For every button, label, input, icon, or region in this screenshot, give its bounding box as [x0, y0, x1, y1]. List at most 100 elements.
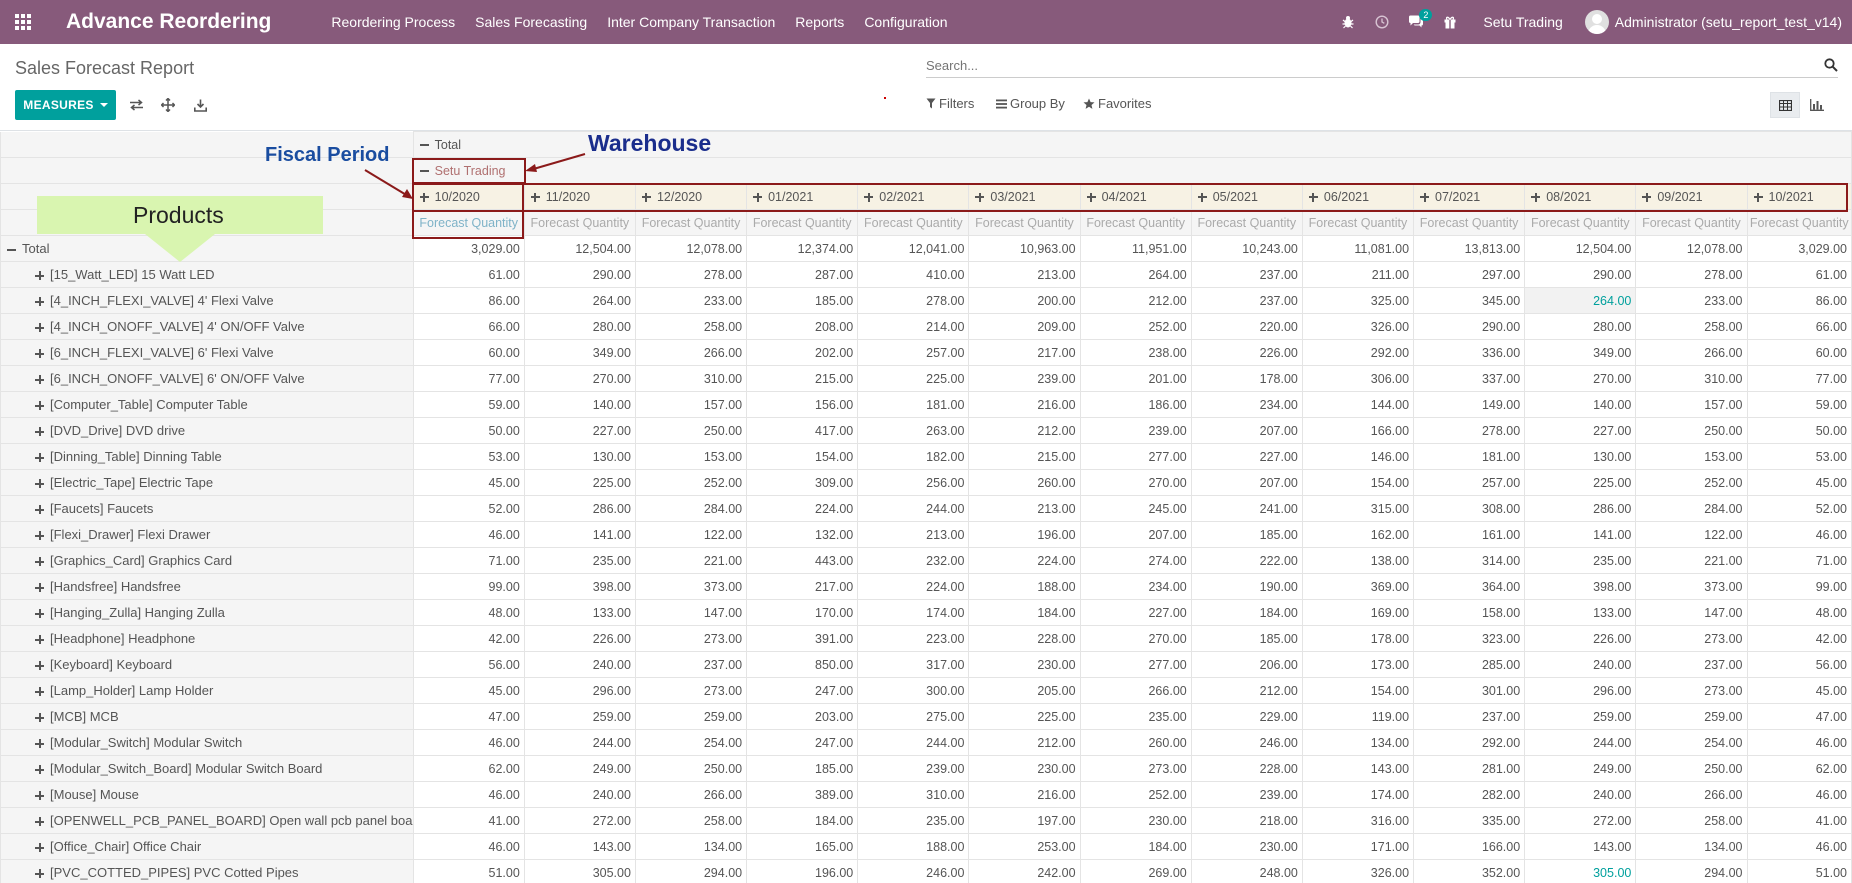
value-cell[interactable]: 178.00	[1301, 625, 1415, 652]
clock-icon[interactable]	[1368, 0, 1396, 44]
value-cell[interactable]: 212.00	[968, 417, 1081, 444]
menu-reordering-process[interactable]: Reordering Process	[321, 0, 465, 44]
value-cell[interactable]: 310.00	[857, 781, 970, 808]
value-cell[interactable]: 275.00	[857, 703, 970, 730]
value-cell[interactable]: 217.00	[968, 339, 1081, 366]
value-cell[interactable]: 174.00	[857, 599, 970, 626]
value-cell[interactable]: 158.00	[1413, 599, 1526, 626]
value-cell[interactable]: 250.00	[634, 755, 748, 782]
value-cell[interactable]: 257.00	[1413, 469, 1526, 496]
value-cell[interactable]: 143.00	[523, 833, 636, 860]
value-cell[interactable]: 280.00	[523, 313, 636, 340]
value-cell[interactable]: 244.00	[523, 729, 636, 756]
value-cell[interactable]: 201.00	[1079, 365, 1192, 392]
favorites-button[interactable]: Favorites	[1083, 96, 1151, 111]
value-cell[interactable]: 215.00	[968, 443, 1081, 470]
value-cell[interactable]: 140.00	[523, 391, 636, 418]
value-cell[interactable]: 284.00	[634, 495, 748, 522]
value-cell[interactable]: 208.00	[746, 313, 859, 340]
value-cell[interactable]: 235.00	[857, 807, 970, 834]
total-cell[interactable]: 11,081.00	[1301, 235, 1415, 262]
user-menu[interactable]: Administrator (setu_report_test_v14)	[1615, 14, 1842, 30]
value-cell[interactable]: 221.00	[1635, 547, 1748, 574]
messages-icon[interactable]: 2	[1402, 0, 1433, 44]
value-cell[interactable]: 215.00	[746, 365, 859, 392]
graph-view-button[interactable]	[1802, 92, 1832, 118]
value-cell[interactable]: 146.00	[1301, 443, 1415, 470]
value-cell[interactable]: 166.00	[1413, 833, 1526, 860]
header-period[interactable]: 12/2020	[634, 183, 748, 210]
value-cell[interactable]: 71.00	[412, 547, 525, 574]
value-cell[interactable]: 214.00	[857, 313, 970, 340]
value-cell[interactable]: 308.00	[1413, 495, 1526, 522]
header-period[interactable]: 10/2021	[1746, 183, 1852, 210]
total-cell[interactable]: 13,813.00	[1413, 235, 1526, 262]
value-cell[interactable]: 45.00	[412, 469, 525, 496]
value-cell[interactable]: 133.00	[523, 599, 636, 626]
value-cell[interactable]: 184.00	[968, 599, 1081, 626]
value-cell[interactable]: 369.00	[1301, 573, 1415, 600]
header-measure[interactable]: Forecast Quantity	[968, 209, 1081, 236]
value-cell[interactable]: 272.00	[523, 807, 636, 834]
value-cell[interactable]: 207.00	[1190, 469, 1303, 496]
value-cell[interactable]: 250.00	[1635, 417, 1748, 444]
value-cell[interactable]: 161.00	[1413, 521, 1526, 548]
value-cell[interactable]: 218.00	[1190, 807, 1303, 834]
header-period[interactable]: 09/2021	[1635, 183, 1748, 210]
value-cell[interactable]: 134.00	[1635, 833, 1748, 860]
header-period[interactable]: 10/2020	[412, 183, 525, 210]
value-cell[interactable]: 254.00	[1635, 729, 1748, 756]
value-cell[interactable]: 86.00	[1746, 287, 1852, 314]
value-cell[interactable]: 182.00	[857, 443, 970, 470]
value-cell[interactable]: 305.00	[1524, 859, 1637, 883]
value-cell[interactable]: 225.00	[523, 469, 636, 496]
gift-icon[interactable]	[1436, 0, 1464, 44]
value-cell[interactable]: 140.00	[1524, 391, 1637, 418]
row-header-product[interactable]: [DVD_Drive] DVD drive	[0, 417, 414, 444]
value-cell[interactable]: 46.00	[412, 521, 525, 548]
row-header-product[interactable]: [Faucets] Faucets	[0, 495, 414, 522]
value-cell[interactable]: 256.00	[857, 469, 970, 496]
value-cell[interactable]: 373.00	[634, 573, 748, 600]
value-cell[interactable]: 281.00	[1413, 755, 1526, 782]
total-cell[interactable]: 12,374.00	[746, 235, 859, 262]
value-cell[interactable]: 245.00	[1079, 495, 1192, 522]
row-header-product[interactable]: [Lamp_Holder] Lamp Holder	[0, 677, 414, 704]
value-cell[interactable]: 252.00	[1079, 313, 1192, 340]
value-cell[interactable]: 206.00	[1190, 651, 1303, 678]
value-cell[interactable]: 216.00	[968, 781, 1081, 808]
header-measure[interactable]: Forecast Quantity	[1635, 209, 1748, 236]
row-header-product[interactable]: [Office_Chair] Office Chair	[0, 833, 414, 860]
value-cell[interactable]: 227.00	[1190, 443, 1303, 470]
header-measure[interactable]: Forecast Quantity	[746, 209, 859, 236]
value-cell[interactable]: 443.00	[746, 547, 859, 574]
value-cell[interactable]: 335.00	[1413, 807, 1526, 834]
apps-menu-icon[interactable]	[0, 0, 46, 44]
value-cell[interactable]: 272.00	[1524, 807, 1637, 834]
header-measure[interactable]: Forecast Quantity	[634, 209, 748, 236]
value-cell[interactable]: 230.00	[1190, 833, 1303, 860]
header-warehouse[interactable]: Setu Trading	[412, 157, 1852, 184]
value-cell[interactable]: 278.00	[857, 287, 970, 314]
value-cell[interactable]: 154.00	[1301, 677, 1415, 704]
value-cell[interactable]: 220.00	[1190, 313, 1303, 340]
value-cell[interactable]: 51.00	[1746, 859, 1852, 883]
value-cell[interactable]: 230.00	[968, 755, 1081, 782]
user-avatar[interactable]	[1584, 10, 1609, 34]
value-cell[interactable]: 213.00	[857, 521, 970, 548]
total-cell[interactable]: 12,504.00	[523, 235, 636, 262]
value-cell[interactable]: 309.00	[746, 469, 859, 496]
header-measure[interactable]: Forecast Quantity	[1413, 209, 1526, 236]
value-cell[interactable]: 286.00	[523, 495, 636, 522]
value-cell[interactable]: 61.00	[412, 261, 525, 288]
value-cell[interactable]: 306.00	[1301, 365, 1415, 392]
value-cell[interactable]: 173.00	[1301, 651, 1415, 678]
value-cell[interactable]: 266.00	[634, 339, 748, 366]
value-cell[interactable]: 323.00	[1413, 625, 1526, 652]
value-cell[interactable]: 269.00	[1079, 859, 1192, 883]
value-cell[interactable]: 209.00	[968, 313, 1081, 340]
value-cell[interactable]: 278.00	[1413, 417, 1526, 444]
value-cell[interactable]: 230.00	[968, 651, 1081, 678]
value-cell[interactable]: 234.00	[1079, 573, 1192, 600]
value-cell[interactable]: 290.00	[1524, 261, 1637, 288]
